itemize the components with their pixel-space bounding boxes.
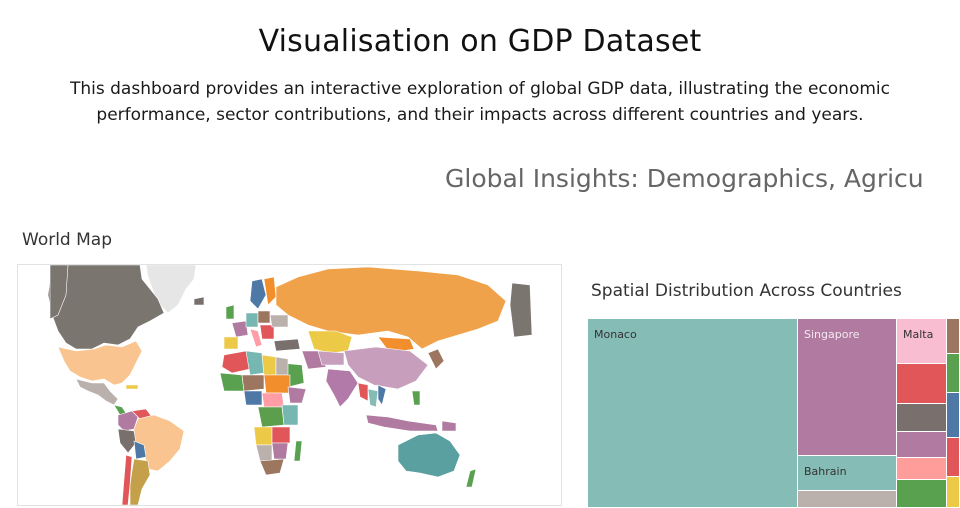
country-peru[interactable] [117,428,137,454]
country-thailand[interactable] [367,388,379,408]
country-east-africa[interactable] [281,404,299,426]
country-libya[interactable] [261,354,277,376]
country-drc[interactable] [257,406,285,428]
country-mozambique[interactable] [271,442,289,460]
country-australia[interactable] [397,432,461,478]
country-germany[interactable] [245,312,259,328]
country-indonesia[interactable] [365,414,439,432]
treemap-tile-bahrain[interactable]: Bahrain [797,455,897,491]
country-chad-sudan[interactable] [263,374,291,394]
country-central-asia[interactable] [317,350,345,366]
country-finland[interactable] [263,276,277,306]
country-nigeria[interactable] [243,390,263,406]
country-south-africa[interactable] [259,458,285,476]
country-ukraine[interactable] [269,314,289,328]
treemap-tile[interactable] [946,318,960,354]
country-west-africa[interactable] [219,372,245,392]
country-kazakhstan[interactable] [307,330,353,354]
treemap-tile-singapore[interactable]: Singapore [797,318,897,456]
country-mali-niger[interactable] [241,374,265,392]
country-philippines[interactable] [411,390,421,406]
tile-label: Singapore [804,328,860,341]
world-map-svg[interactable] [18,265,561,505]
treemap-tile[interactable] [946,353,960,393]
dashboard-description: This dashboard provides an interactive e… [70,79,890,125]
country-central-africa[interactable] [261,392,285,408]
country-egypt[interactable] [275,356,289,376]
country-namibia[interactable] [255,444,273,462]
country-india[interactable] [325,368,359,408]
country-myanmar[interactable] [357,382,369,402]
country-algeria[interactable] [245,350,265,376]
country-spain[interactable] [223,336,239,350]
country-new-zealand[interactable] [465,468,477,488]
treemap-tile[interactable] [946,476,960,508]
world-map[interactable] [17,264,562,506]
treemap-tile[interactable] [896,457,947,480]
treemap-tile[interactable] [797,490,897,508]
country-angola[interactable] [253,426,273,446]
dashboard-title: Visualisation on GDP Dataset [258,24,702,59]
country-argentina[interactable] [129,458,151,505]
tile-label: Monaco [594,328,637,341]
country-scandinavia[interactable] [249,278,267,310]
country-north-africa[interactable] [221,350,251,374]
world-map-title: World Map [22,230,112,250]
country-turkey[interactable] [273,338,301,352]
treemap-title: Spatial Distribution Across Countries [591,281,902,301]
treemap[interactable]: Monaco Singapore Malta Bahrain [587,318,960,508]
treemap-tile-monaco[interactable]: Monaco [587,318,798,508]
insights-heading: Global Insights: Demographics, Agricu [445,164,924,193]
country-madagascar[interactable] [293,440,303,462]
treemap-tile[interactable] [896,479,947,508]
treemap-tile[interactable] [946,437,960,477]
treemap-tile[interactable] [896,403,947,432]
treemap-tile[interactable] [946,392,960,438]
treemap-tile[interactable] [896,431,947,458]
country-vietnam[interactable] [377,384,387,406]
country-png[interactable] [441,420,457,432]
country-france[interactable] [231,320,249,338]
country-usa[interactable] [57,340,143,386]
country-iceland[interactable] [193,296,205,306]
tile-label: Malta [903,328,934,341]
country-caribbean[interactable] [125,384,139,390]
country-poland[interactable] [257,310,271,324]
country-zambia[interactable] [271,426,291,444]
treemap-tile-malta[interactable]: Malta [896,318,947,364]
country-uk[interactable] [225,304,235,320]
country-korea-japan[interactable] [427,348,445,370]
country-ethiopia[interactable] [287,386,307,404]
country-far-east-block[interactable] [509,282,533,338]
treemap-tile[interactable] [896,363,947,404]
country-italy[interactable] [249,328,263,348]
tile-label: Bahrain [804,465,847,478]
